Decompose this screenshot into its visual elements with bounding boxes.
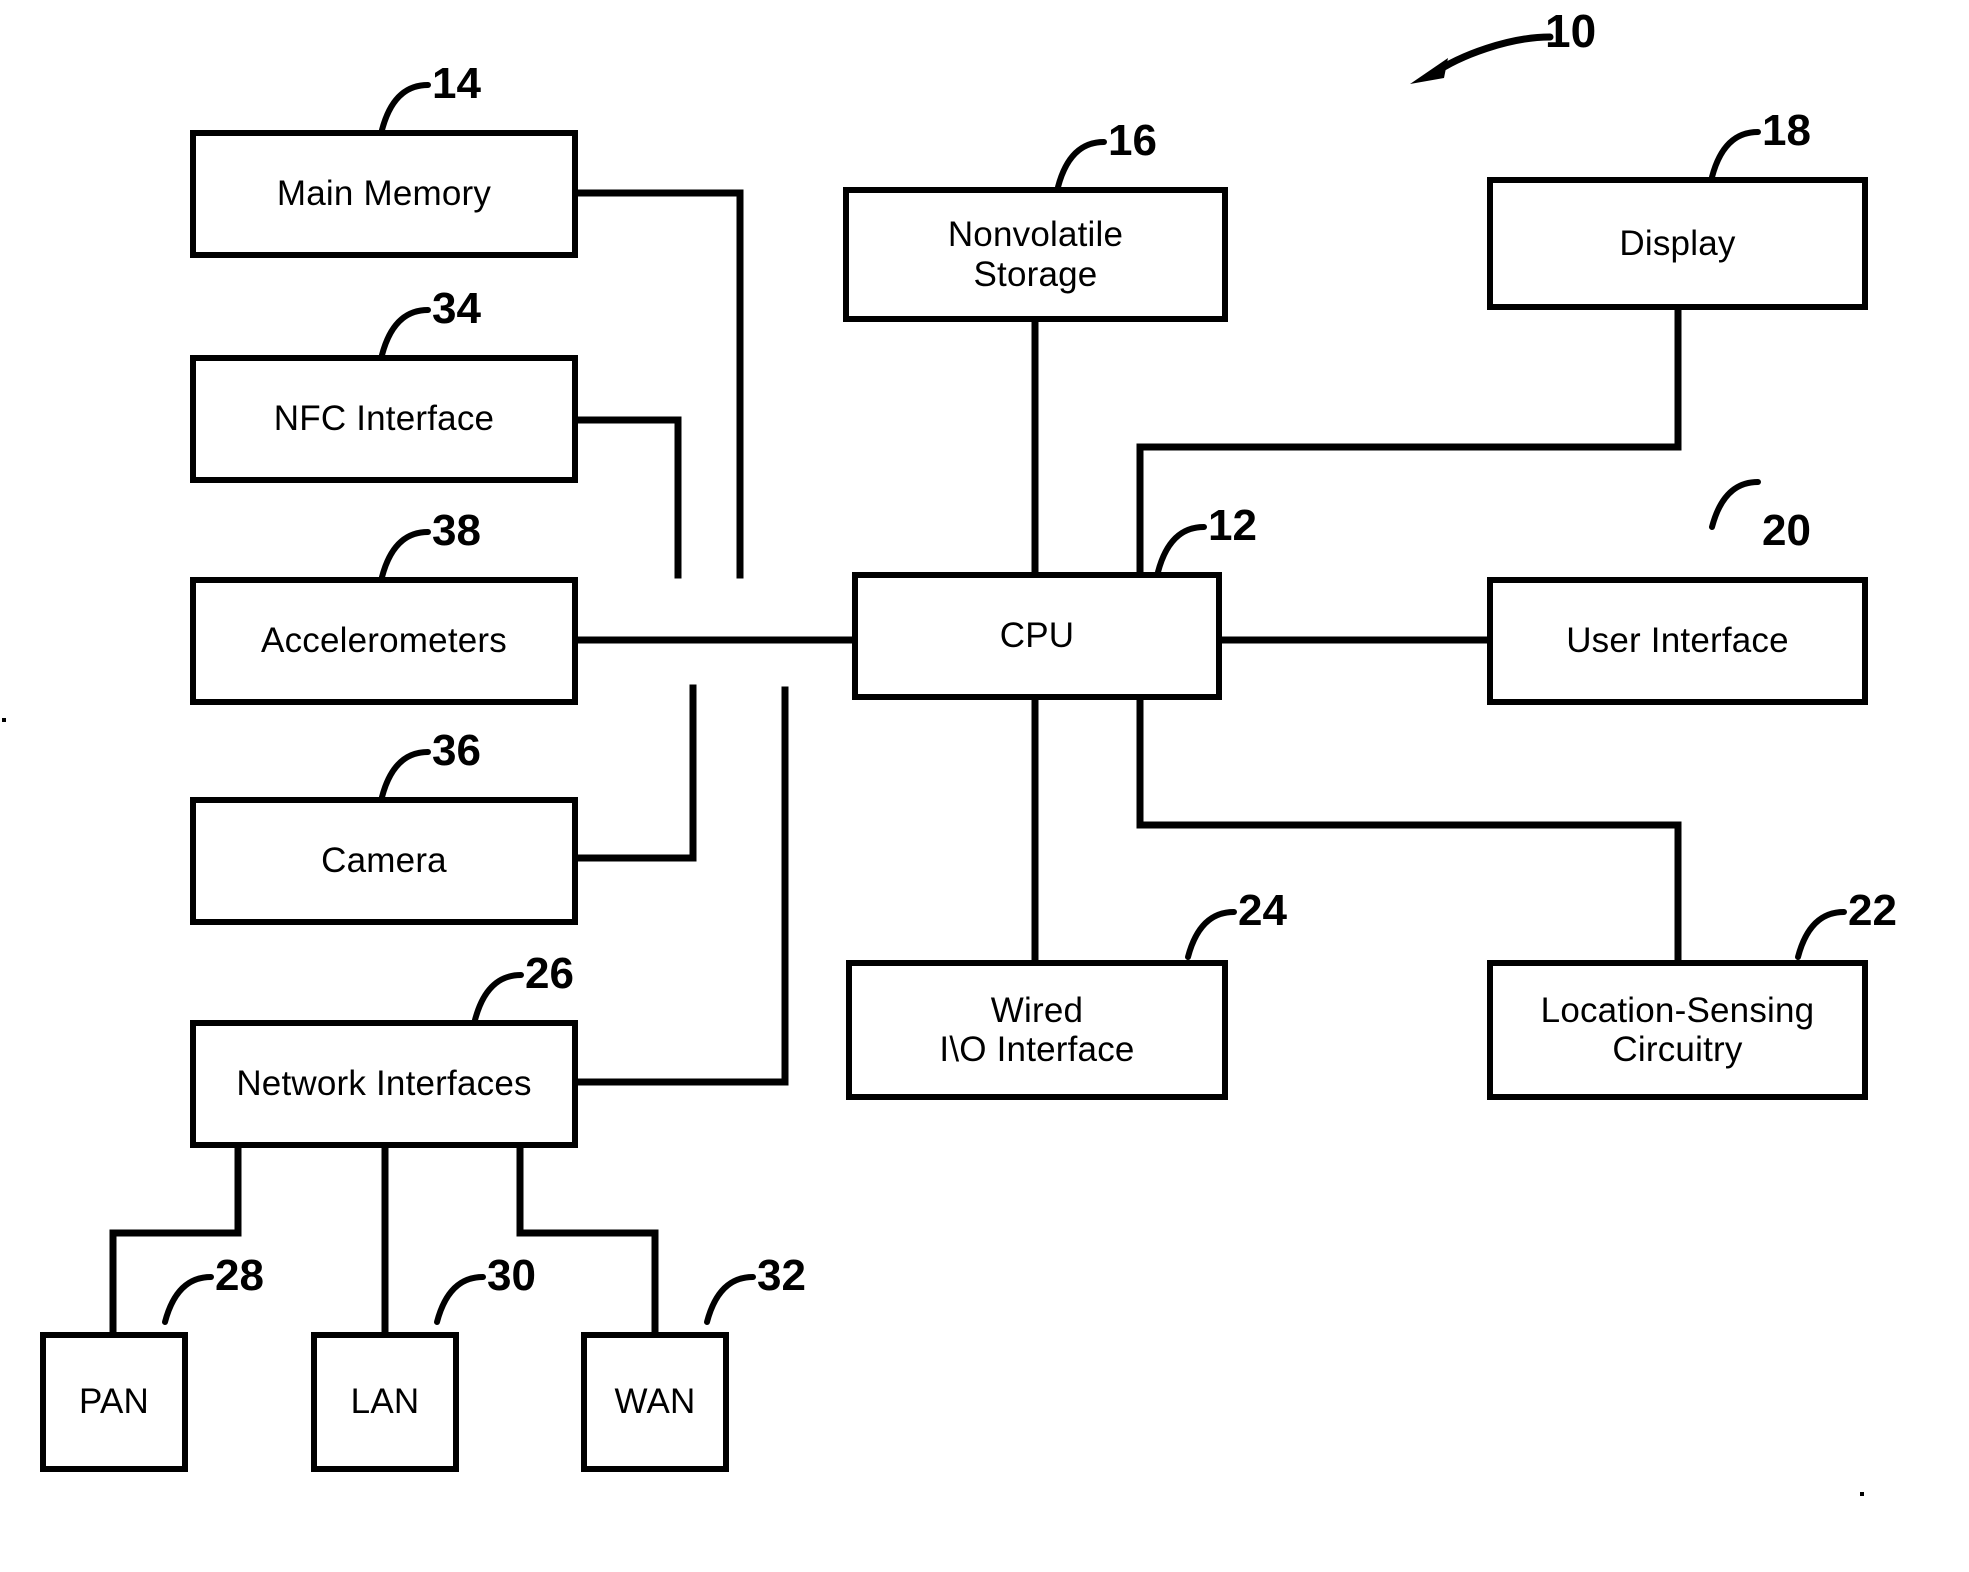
figure-reference-number: 10: [1545, 5, 1597, 57]
leader-30: [434, 1274, 486, 1325]
block-accelerometers[interactable]: Accelerometers: [190, 577, 578, 705]
leader-18: [1709, 129, 1761, 180]
leader-22: [1795, 909, 1847, 960]
leader-16: [1055, 139, 1107, 190]
block-cpu[interactable]: CPU: [852, 572, 1222, 700]
block-display[interactable]: Display: [1487, 177, 1868, 310]
refnum-location-sensing-circuitry: 22: [1848, 886, 1897, 935]
wire-network-wan: [516, 1144, 659, 1336]
block-lan[interactable]: LAN: [311, 1332, 459, 1472]
block-wired-io-interface-label: Wired I\O Interface: [939, 990, 1135, 1069]
leader-34: [379, 307, 431, 358]
refnum-accelerometers: 38: [432, 506, 481, 555]
block-main-memory[interactable]: Main Memory: [190, 130, 578, 258]
block-pan[interactable]: PAN: [40, 1332, 188, 1472]
block-lan-label: LAN: [350, 1382, 420, 1422]
refnum-wired-io-interface: 24: [1238, 886, 1287, 935]
block-nonvolatile-storage[interactable]: Nonvolatile Storage: [843, 187, 1228, 322]
block-nfc-interface[interactable]: NFC Interface: [190, 355, 578, 483]
leader-12: [1155, 524, 1207, 575]
refnum-camera: 36: [432, 726, 481, 775]
refnum-nonvolatile-storage: 16: [1108, 116, 1157, 165]
block-nfc-interface-label: NFC Interface: [273, 399, 495, 439]
block-accelerometers-label: Accelerometers: [261, 621, 507, 661]
block-nonvolatile-storage-label: Nonvolatile Storage: [947, 215, 1124, 294]
block-camera-label: Camera: [321, 841, 447, 881]
refnum-network-interfaces: 26: [525, 949, 574, 998]
refnum-cpu: 12: [1208, 501, 1257, 550]
block-cpu-label: CPU: [999, 616, 1075, 656]
block-pan-label: PAN: [79, 1382, 149, 1422]
wire-network-cpu: [574, 686, 789, 1086]
wire-main-memory-cpu: [574, 189, 744, 579]
leader-24: [1185, 909, 1237, 960]
block-network-interfaces-label: Network Interfaces: [236, 1064, 532, 1104]
leader-38: [379, 529, 431, 580]
leader-36: [379, 749, 431, 800]
scan-artifact-dot: [2, 718, 6, 722]
block-location-sensing-circuitry[interactable]: Location-Sensing Circuitry: [1487, 960, 1868, 1100]
block-network-interfaces[interactable]: Network Interfaces: [190, 1020, 578, 1148]
diagram-canvas: 10 Main Memory 14 NFC Interface 34 Accel…: [0, 0, 1969, 1572]
block-location-sensing-circuitry-label: Location-Sensing Circuitry: [1540, 990, 1815, 1069]
block-camera[interactable]: Camera: [190, 797, 578, 925]
scan-artifact-dot-2: [1860, 1492, 1864, 1496]
wire-cpu-locationsensing: [1136, 696, 1682, 966]
wire-network-pan: [109, 1144, 242, 1336]
block-wan-label: WAN: [614, 1382, 696, 1422]
block-wan[interactable]: WAN: [581, 1332, 729, 1472]
refnum-display: 18: [1762, 106, 1811, 155]
leader-32: [704, 1274, 756, 1325]
refnum-lan: 30: [487, 1251, 536, 1300]
refnum-wan: 32: [757, 1251, 806, 1300]
leader-26: [472, 972, 524, 1023]
block-display-label: Display: [1619, 223, 1736, 263]
block-wired-io-interface[interactable]: Wired I\O Interface: [846, 960, 1228, 1100]
refnum-main-memory: 14: [432, 59, 481, 108]
leader-28: [162, 1274, 214, 1325]
leader-14: [379, 82, 431, 133]
wire-nfc-cpu: [574, 416, 682, 579]
refnum-pan: 28: [215, 1251, 264, 1300]
refnum-nfc-interface: 34: [432, 284, 481, 333]
block-main-memory-label: Main Memory: [276, 174, 492, 214]
refnum-user-interface: 20: [1762, 506, 1811, 555]
leader-20: [1709, 479, 1761, 530]
wire-camera-cpu: [574, 684, 697, 862]
block-user-interface[interactable]: User Interface: [1487, 577, 1868, 705]
block-user-interface-label: User Interface: [1566, 621, 1789, 661]
